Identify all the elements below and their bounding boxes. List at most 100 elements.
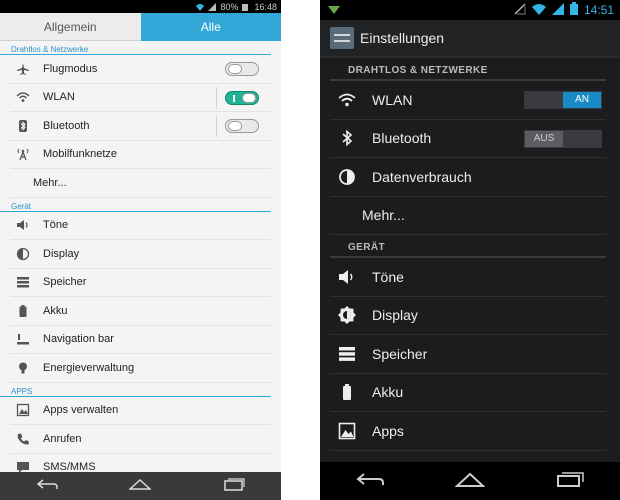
wlan-switch[interactable]: AN: [524, 91, 602, 109]
settings-item-apps[interactable]: Apps: [330, 412, 606, 451]
settings-item-bluetooth[interactable]: Bluetooth AUS: [330, 120, 606, 158]
display-icon: [16, 247, 30, 261]
settings-item-label: Töne: [43, 219, 69, 232]
bulb-icon: [16, 361, 30, 375]
right-phone-screen: 14:51 Einstellungen DRAHTLOS & NETZWERKE…: [320, 0, 620, 500]
settings-item-speicher[interactable]: Speicher: [330, 335, 606, 374]
back-button[interactable]: [355, 470, 385, 493]
settings-item-label: Apps: [372, 422, 404, 439]
settings-item-label: Display: [43, 247, 80, 260]
settings-item-apps-verwalten[interactable]: Apps verwalten: [10, 397, 271, 425]
settings-item-display[interactable]: Display: [330, 297, 606, 335]
tab-allgemein[interactable]: Allgemein: [0, 13, 141, 41]
home-button[interactable]: [454, 470, 486, 493]
battery-status-icon: [569, 2, 578, 18]
settings-item-bluetooth[interactable]: Bluetooth: [10, 112, 271, 141]
wifi-status-icon: [196, 3, 205, 11]
divider: [216, 115, 217, 137]
status-time: 16:48: [254, 1, 277, 12]
storage-icon: [338, 345, 356, 363]
settings-item-label: Speicher: [43, 276, 87, 289]
settings-item-anrufen[interactable]: Anrufen: [10, 425, 271, 454]
settings-item-navigation-bar[interactable]: Navigation bar: [10, 326, 271, 354]
navbar-icon: [16, 332, 30, 346]
section-header-apps: APPS: [0, 383, 271, 397]
notification-icon: [328, 5, 340, 19]
apps-icon: [16, 403, 30, 417]
battery-status-icon: [242, 3, 250, 11]
settings-item-label: Flugmodus: [43, 62, 98, 75]
settings-item-datenverbrauch[interactable]: Datenverbrauch: [330, 158, 606, 197]
settings-item-mehr[interactable]: Mehr...: [330, 197, 606, 235]
no-signal-icon: [514, 3, 526, 18]
status-time: 14:51: [583, 3, 614, 17]
section-header-network: Drahtlos & Netzwerke: [0, 41, 271, 55]
settings-item-label: Mehr...: [362, 207, 405, 224]
settings-item-label: Navigation bar: [43, 333, 114, 346]
battery-percent: 80%: [220, 1, 239, 12]
wifi-icon: [338, 91, 356, 109]
settings-item-toene[interactable]: Töne: [330, 258, 606, 297]
flugmodus-toggle[interactable]: [225, 62, 259, 76]
section-header-device: GERÄT: [330, 235, 606, 258]
settings-item-label: Akku: [43, 304, 68, 317]
settings-item-akku[interactable]: Akku: [10, 297, 271, 326]
settings-item-toene[interactable]: Töne: [10, 212, 271, 240]
settings-item-label: Speicher: [372, 345, 428, 362]
navigation-bar: [320, 462, 620, 500]
divider: [216, 86, 217, 109]
home-button[interactable]: [128, 477, 153, 496]
settings-item-display[interactable]: Display: [10, 240, 271, 269]
settings-item-label: WLAN: [372, 91, 413, 108]
settings-item-speicher[interactable]: Speicher: [10, 269, 271, 297]
apps-icon: [338, 422, 356, 440]
tab-alle[interactable]: Alle: [140, 13, 281, 41]
wlan-toggle[interactable]: [225, 90, 259, 105]
bluetooth-toggle[interactable]: [225, 119, 259, 133]
antenna-icon: [16, 147, 30, 161]
settings-item-wlan[interactable]: WLAN: [10, 84, 271, 112]
settings-item-mobilfunknetze[interactable]: Mobilfunknetze: [10, 141, 271, 169]
switch-off-label: AUS: [525, 130, 563, 147]
settings-item-label: Apps verwalten: [43, 404, 119, 417]
settings-item-label: Mehr...: [33, 176, 67, 189]
battery-icon: [338, 383, 356, 401]
section-header-network: DRAHTLOS & NETZWERKE: [330, 58, 606, 81]
settings-item-label: Töne: [372, 268, 404, 285]
settings-item-label: Bluetooth: [372, 130, 432, 147]
settings-app-icon[interactable]: [330, 27, 354, 49]
speaker-icon: [338, 268, 356, 286]
data-usage-icon: [338, 168, 356, 186]
wifi-status-icon: [531, 3, 546, 18]
tab-bar: Allgemein Alle: [0, 13, 281, 41]
action-bar: Einstellungen: [320, 20, 620, 58]
settings-item-label: Mobilfunknetze: [43, 148, 117, 161]
navigation-bar: [0, 472, 281, 500]
page-title: Einstellungen: [360, 30, 445, 46]
bluetooth-icon: [338, 129, 356, 147]
left-phone-screen: 80% 16:48 Allgemein Alle Drahtlos & Netz…: [0, 0, 281, 500]
settings-item-label: Anrufen: [43, 432, 82, 445]
airplane-icon: [16, 62, 30, 76]
phone-icon: [16, 432, 30, 446]
recents-button[interactable]: [223, 477, 245, 496]
settings-item-mehr[interactable]: Mehr...: [10, 169, 271, 198]
bluetooth-switch[interactable]: AUS: [524, 129, 602, 148]
settings-item-wlan[interactable]: WLAN AN: [330, 81, 606, 120]
signal-icon: [208, 2, 217, 11]
speaker-icon: [16, 218, 30, 232]
signal-icon: [551, 2, 564, 18]
section-header-device: Gerät: [0, 198, 271, 212]
settings-item-flugmodus[interactable]: Flugmodus: [10, 55, 271, 84]
storage-icon: [16, 275, 30, 289]
back-button[interactable]: [36, 477, 58, 496]
settings-item-energieverwaltung[interactable]: Energieverwaltung: [10, 354, 271, 383]
wifi-icon: [16, 90, 30, 104]
status-bar: 80% 16:48: [0, 0, 281, 13]
settings-item-label: Energieverwaltung: [43, 361, 135, 374]
settings-item-akku[interactable]: Akku: [330, 374, 606, 412]
battery-icon: [16, 304, 30, 318]
recents-button[interactable]: [555, 470, 585, 493]
brightness-icon: [338, 306, 356, 325]
settings-item-label: Display: [372, 307, 418, 324]
